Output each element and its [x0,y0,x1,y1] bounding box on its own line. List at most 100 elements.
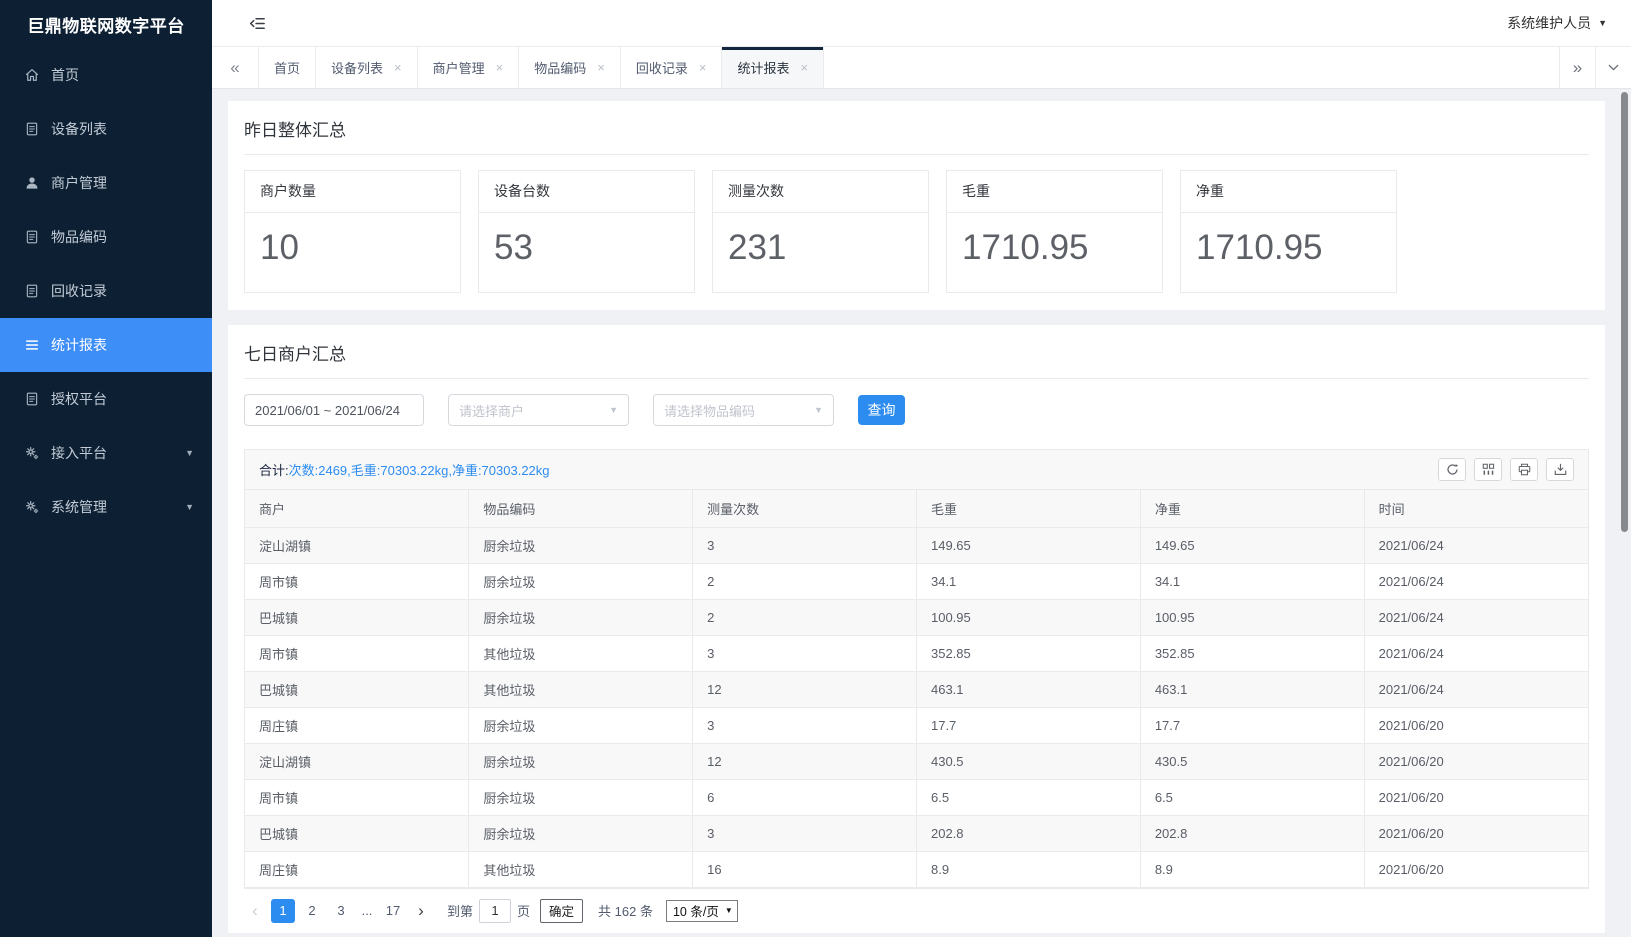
sidebar-item-label: 统计报表 [51,335,107,355]
user-menu[interactable]: 系统维护人员 ▼ [1507,13,1607,33]
sidebar-item-item-code[interactable]: 物品编码 [0,210,212,264]
tabs-scroll-right-button[interactable]: » [1559,47,1595,88]
table-row[interactable]: 巴城镇 其他垃圾 12 463.1 463.1 2021/06/24 [245,671,1588,707]
cell-net-weight: 430.5 [1140,743,1364,779]
stat-label: 净重 [1181,171,1396,213]
cell-date: 2021/06/20 [1364,815,1588,851]
close-icon[interactable]: × [496,61,504,74]
report-table: 商户 物品编码 测量次数 毛重 净重 时间 淀山湖镇 [245,490,1588,888]
cell-net-weight: 34.1 [1140,563,1364,599]
cell-item-code: 厨余垃圾 [469,743,693,779]
confirm-button[interactable]: 确定 [540,899,583,923]
cell-item-code: 其他垃圾 [469,851,693,887]
tab-home[interactable]: 首页 [259,47,316,88]
stat-card-merchant-count: 商户数量 10 [244,170,461,293]
close-icon[interactable]: × [597,61,605,74]
column-header-measure-count: 测量次数 [693,490,917,527]
sidebar-item-label: 商户管理 [51,173,107,193]
sidebar-item-system-mgmt[interactable]: 系统管理 ▼ [0,480,212,534]
export-button[interactable] [1546,458,1574,481]
close-icon[interactable]: × [394,61,402,74]
page-ellipsis: ... [358,903,376,918]
tab-statistics-report[interactable]: 统计报表 × [722,47,824,88]
scrollbar-thumb[interactable] [1621,92,1628,532]
tab-label: 回收记录 [636,58,688,77]
tab-device-list[interactable]: 设备列表 × [316,47,418,88]
table-row[interactable]: 周市镇 厨余垃圾 6 6.5 6.5 2021/06/20 [245,779,1588,815]
tabs-options-button[interactable] [1595,47,1631,88]
sidebar-item-merchant-mgmt[interactable]: 商户管理 [0,156,212,210]
close-icon[interactable]: × [699,61,707,74]
stat-value: 53 [479,213,694,292]
tabs-scroll-left-button[interactable]: « [212,47,259,88]
app-title: 巨鼎物联网数字平台 [0,0,212,48]
page-button-3[interactable]: 3 [329,899,353,923]
main-area: 系统维护人员 ▼ « 首页 设备列表 × 商户管理 × 物品编码 × [212,0,1631,937]
sidebar-item-auth-platform[interactable]: 授权平台 [0,372,212,426]
tab-merchant-mgmt[interactable]: 商户管理 × [418,47,520,88]
column-settings-button[interactable] [1474,458,1502,481]
total-label: 合计: [259,460,289,479]
column-header-date: 时间 [1364,490,1588,527]
refresh-button[interactable] [1438,458,1466,481]
sidebar-item-home[interactable]: 首页 [0,48,212,102]
stat-value: 1710.95 [947,213,1162,292]
report-panel: 七日商户汇总 请选择商户 ▼ 请选择物品编码 ▼ 查询 合计: [228,325,1605,933]
merchant-select-placeholder: 请选择商户 [459,401,524,420]
table-row[interactable]: 淀山湖镇 厨余垃圾 3 149.65 149.65 2021/06/24 [245,527,1588,563]
sidebar-item-label: 设备列表 [51,119,107,139]
sidebar-item-recycle-records[interactable]: 回收记录 [0,264,212,318]
page-button-1[interactable]: 1 [271,899,295,923]
merchant-select[interactable]: 请选择商户 ▼ [448,394,629,426]
cell-measure-count: 6 [693,779,917,815]
chevron-right-icon: › [418,901,424,921]
cell-measure-count: 2 [693,563,917,599]
cell-merchant: 周庄镇 [245,851,469,887]
table-row[interactable]: 周庄镇 其他垃圾 16 8.9 8.9 2021/06/20 [245,851,1588,887]
table-row[interactable]: 周市镇 厨余垃圾 2 34.1 34.1 2021/06/24 [245,563,1588,599]
table-row[interactable]: 周市镇 其他垃圾 3 352.85 352.85 2021/06/24 [245,635,1588,671]
cell-date: 2021/06/20 [1364,707,1588,743]
search-button[interactable]: 查询 [858,395,905,425]
sidebar-item-label: 首页 [51,65,79,85]
tab-recycle-records[interactable]: 回收记录 × [621,47,723,88]
table-row[interactable]: 巴城镇 厨余垃圾 2 100.95 100.95 2021/06/24 [245,599,1588,635]
total-count: 共 162 条 [598,901,653,920]
chevron-down-icon: ▼ [725,906,733,915]
cell-measure-count: 16 [693,851,917,887]
goto-page: 到第 页 确定 [447,899,583,923]
sidebar-item-device-list[interactable]: 设备列表 [0,102,212,156]
sidebar-item-statistics-report[interactable]: 统计报表 [0,318,212,372]
column-header-merchant: 商户 [245,490,469,527]
next-page-button[interactable]: › [410,899,432,923]
cell-date: 2021/06/20 [1364,779,1588,815]
sidebar-item-access-platform[interactable]: 接入平台 ▼ [0,426,212,480]
table-row[interactable]: 淀山湖镇 厨余垃圾 12 430.5 430.5 2021/06/20 [245,743,1588,779]
item-code-select[interactable]: 请选择物品编码 ▼ [653,394,834,426]
cell-gross-weight: 430.5 [916,743,1140,779]
cell-measure-count: 2 [693,599,917,635]
cell-net-weight: 6.5 [1140,779,1364,815]
document-icon [24,229,40,245]
page-size-select[interactable]: 10 条/页 ▼ [666,900,738,922]
cell-gross-weight: 149.65 [916,527,1140,563]
date-range-input[interactable] [244,394,424,426]
collapse-menu-button[interactable] [248,14,267,33]
tab-item-code[interactable]: 物品编码 × [519,47,621,88]
print-button[interactable] [1510,458,1538,481]
page-button-17[interactable]: 17 [381,899,405,923]
document-icon [24,391,40,407]
table-row[interactable]: 周庄镇 厨余垃圾 3 17.7 17.7 2021/06/20 [245,707,1588,743]
stat-label: 毛重 [947,171,1162,213]
cell-item-code: 厨余垃圾 [469,563,693,599]
prev-page-button[interactable]: ‹ [244,899,266,923]
document-icon [24,283,40,299]
table-row[interactable]: 巴城镇 厨余垃圾 3 202.8 202.8 2021/06/20 [245,815,1588,851]
page-button-2[interactable]: 2 [300,899,324,923]
item-code-select-placeholder: 请选择物品编码 [664,401,755,420]
sidebar-item-label: 物品编码 [51,227,107,247]
close-icon[interactable]: × [800,61,808,74]
cell-merchant: 巴城镇 [245,599,469,635]
goto-page-input[interactable] [479,899,511,923]
cell-item-code: 厨余垃圾 [469,779,693,815]
